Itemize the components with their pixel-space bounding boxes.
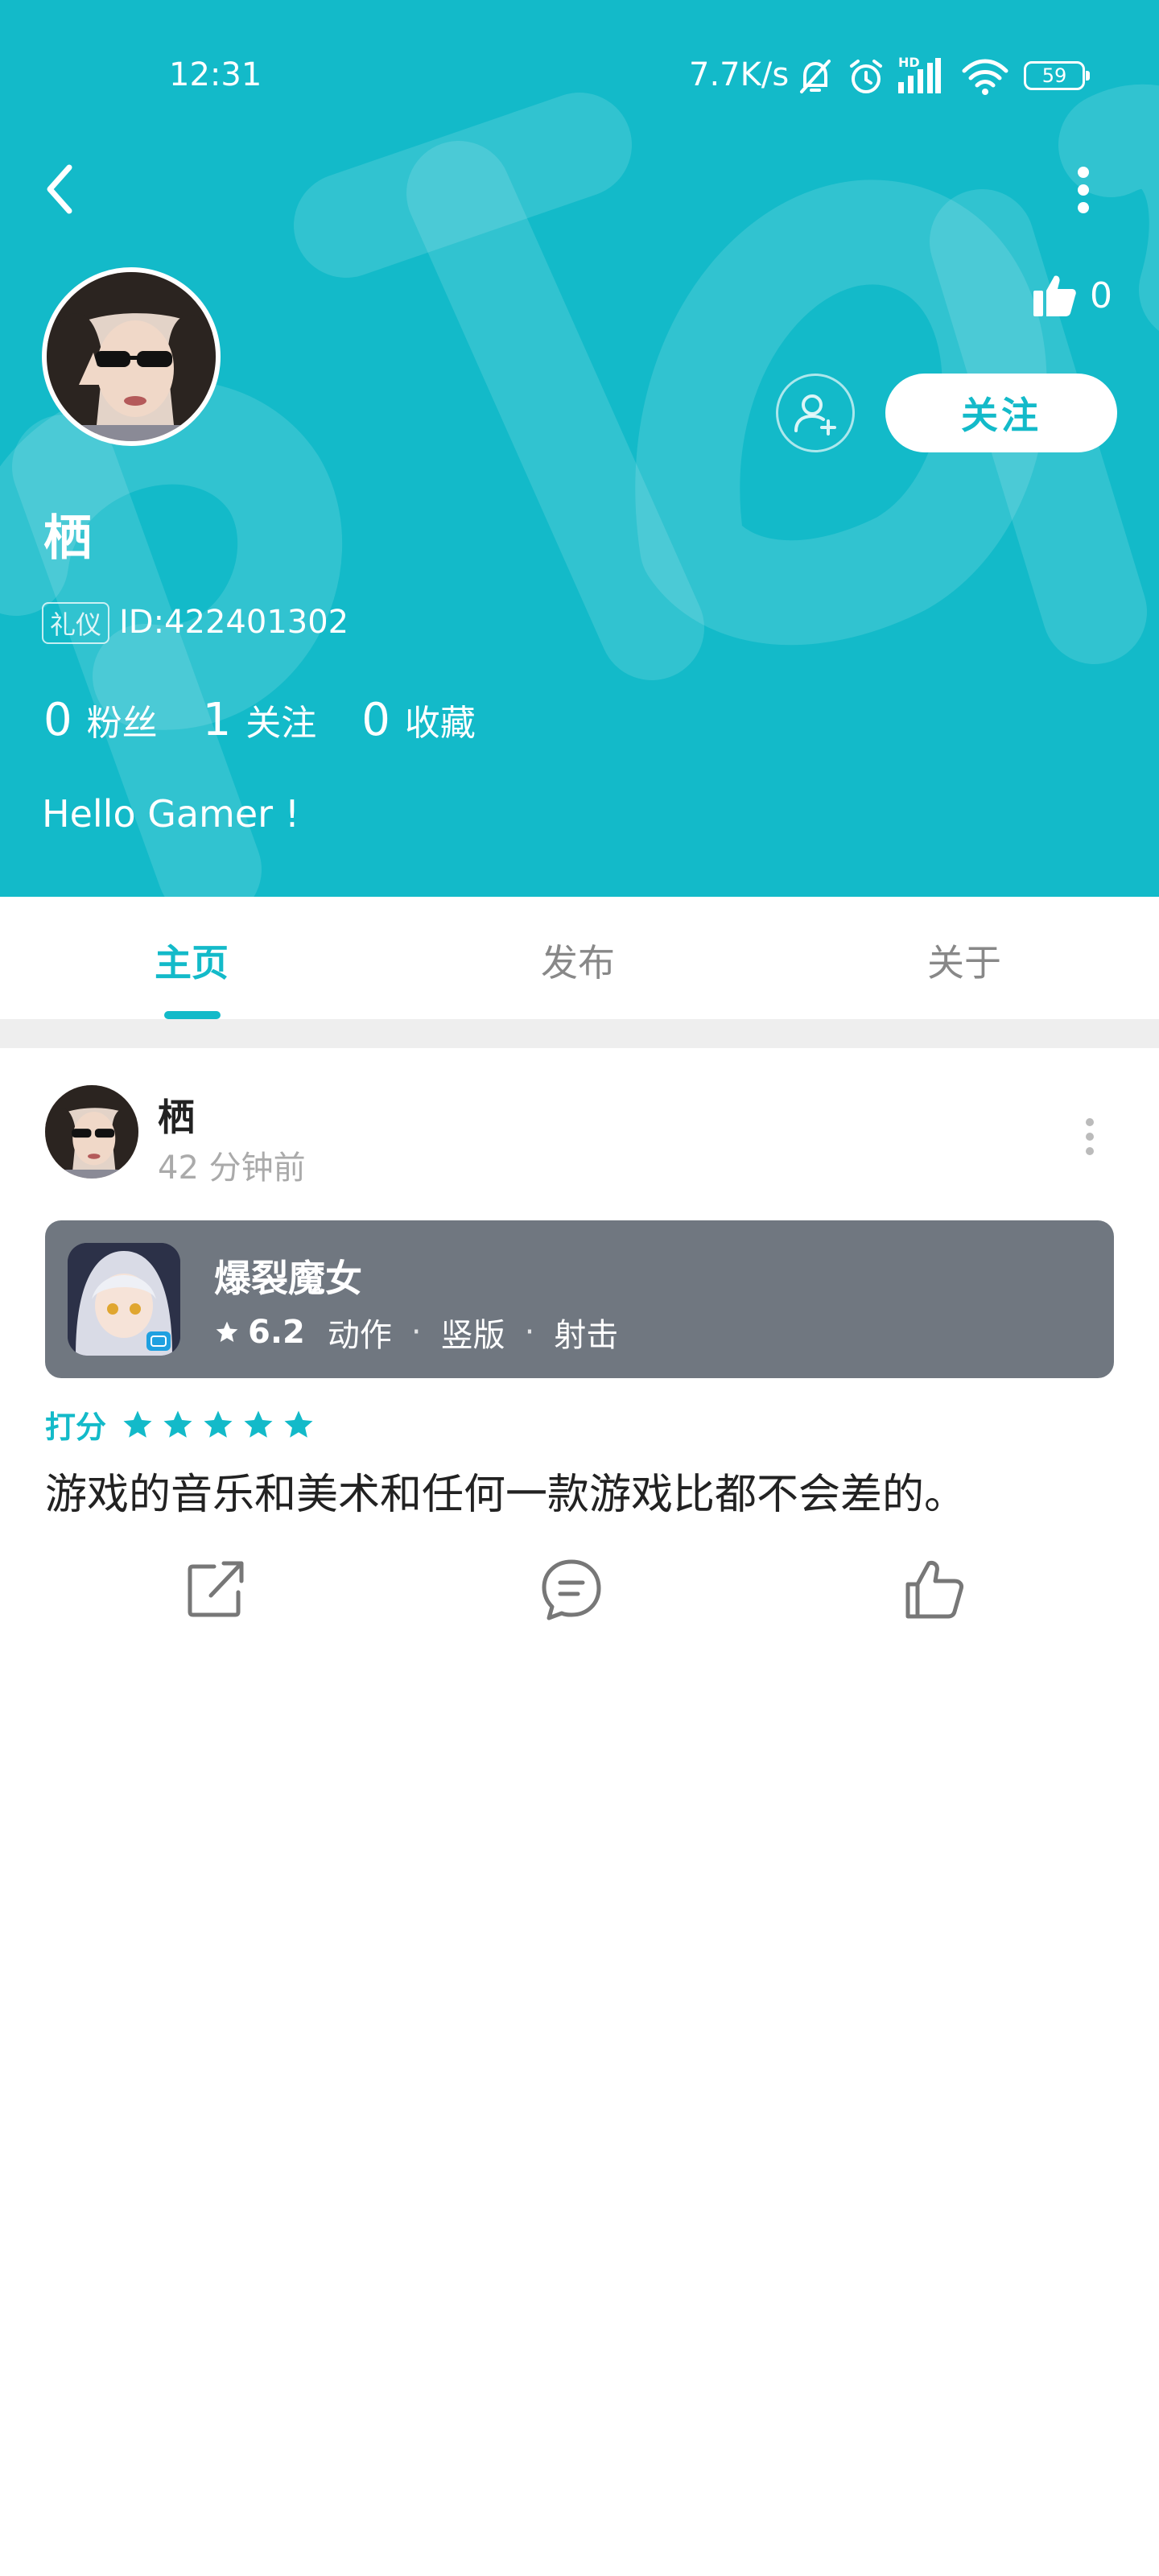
- tab-bar: 主页 发布 关于: [0, 897, 1159, 1018]
- star-icon: [216, 1321, 238, 1342]
- game-tag: 竖版: [440, 1317, 505, 1354]
- add-friend-button[interactable]: [776, 374, 855, 452]
- game-title: 爆裂魔女: [214, 1257, 362, 1300]
- battery-level: 59: [1041, 64, 1067, 87]
- stat-number: 0: [43, 694, 72, 746]
- game-meta: 6.2 动作 · 竖版 · 射击: [214, 1309, 618, 1356]
- rating-star-icon: [284, 1410, 313, 1438]
- back-arrow-icon[interactable]: [32, 153, 90, 225]
- tab-home[interactable]: 主页: [155, 934, 229, 987]
- game-tag: 射击: [554, 1317, 619, 1354]
- rating-star-icon: [123, 1410, 152, 1438]
- follow-button[interactable]: 关注: [885, 374, 1117, 452]
- like-counter[interactable]: 0: [1030, 267, 1112, 324]
- stat-followers[interactable]: 0 粉丝: [43, 694, 158, 746]
- stat-favorites[interactable]: 0 收藏: [361, 694, 476, 746]
- game-tag: 动作: [327, 1317, 392, 1354]
- stat-label: 收藏: [404, 703, 476, 744]
- stat-label: 粉丝: [86, 703, 158, 744]
- rating-star-icon: [163, 1410, 192, 1438]
- rating-star-icon: [244, 1410, 273, 1438]
- profile-avatar[interactable]: [42, 267, 221, 446]
- game-icon: [68, 1243, 180, 1356]
- alarm-icon: [850, 60, 882, 93]
- review-text: 游戏的音乐和美术和任何一款游戏比都不会差的。: [45, 1471, 967, 1519]
- stat-number: 1: [202, 694, 232, 746]
- tab-about[interactable]: 关于: [927, 934, 1001, 987]
- network-speed: 7.7K/s: [689, 56, 790, 93]
- game-score: 6.2: [248, 1314, 305, 1351]
- stat-following[interactable]: 1 关注: [203, 694, 317, 746]
- tab-indicator: [164, 1011, 221, 1019]
- thumbs-up-icon: [1033, 275, 1076, 316]
- post-author-name[interactable]: 栖: [158, 1088, 195, 1141]
- comment-icon[interactable]: [538, 1555, 605, 1623]
- profile-bio: Hello Gamer !: [42, 792, 300, 836]
- tag-separator: ·: [524, 1314, 535, 1351]
- profile-stats: 0 粉丝 1 关注 0 收藏: [43, 694, 521, 746]
- stat-label: 关注: [245, 703, 317, 744]
- user-id: ID:422401302: [119, 604, 349, 641]
- tab-posts[interactable]: 发布: [541, 934, 615, 987]
- post-more-icon[interactable]: [1074, 1114, 1106, 1159]
- signal-icon: [898, 58, 941, 93]
- stat-number: 0: [361, 694, 390, 746]
- tag-separator: ·: [410, 1314, 422, 1351]
- status-bar: 12:31 7.7K/s HD 59: [0, 48, 1159, 106]
- post-author-avatar[interactable]: [45, 1085, 138, 1179]
- taptap-watermark-icon: [0, 84, 1159, 897]
- game-card[interactable]: 爆裂魔女 6.2 动作 · 竖版 · 射击: [45, 1220, 1114, 1378]
- profile-name: 栖: [43, 510, 92, 567]
- etiquette-badge[interactable]: 礼仪: [42, 602, 110, 644]
- profile-header: 12:31 7.7K/s HD 59 0 关注 栖 礼仪 ID:42240130…: [0, 0, 1159, 897]
- rating-row: 打分: [45, 1402, 322, 1447]
- like-count: 0: [1090, 275, 1112, 316]
- wifi-icon: [962, 59, 1008, 95]
- add-user-icon: [794, 394, 836, 436]
- share-icon[interactable]: [182, 1555, 250, 1623]
- section-divider: [0, 1019, 1159, 1048]
- more-vertical-icon[interactable]: [1059, 158, 1107, 222]
- rating-label: 打分: [45, 1410, 107, 1445]
- mute-bell-icon: [800, 60, 831, 93]
- post-timestamp: 42 分钟前: [158, 1150, 306, 1187]
- battery-icon: 59: [1024, 61, 1090, 90]
- rating-star-icon: [204, 1410, 233, 1438]
- like-icon[interactable]: [900, 1555, 967, 1623]
- status-time: 12:31: [169, 56, 262, 93]
